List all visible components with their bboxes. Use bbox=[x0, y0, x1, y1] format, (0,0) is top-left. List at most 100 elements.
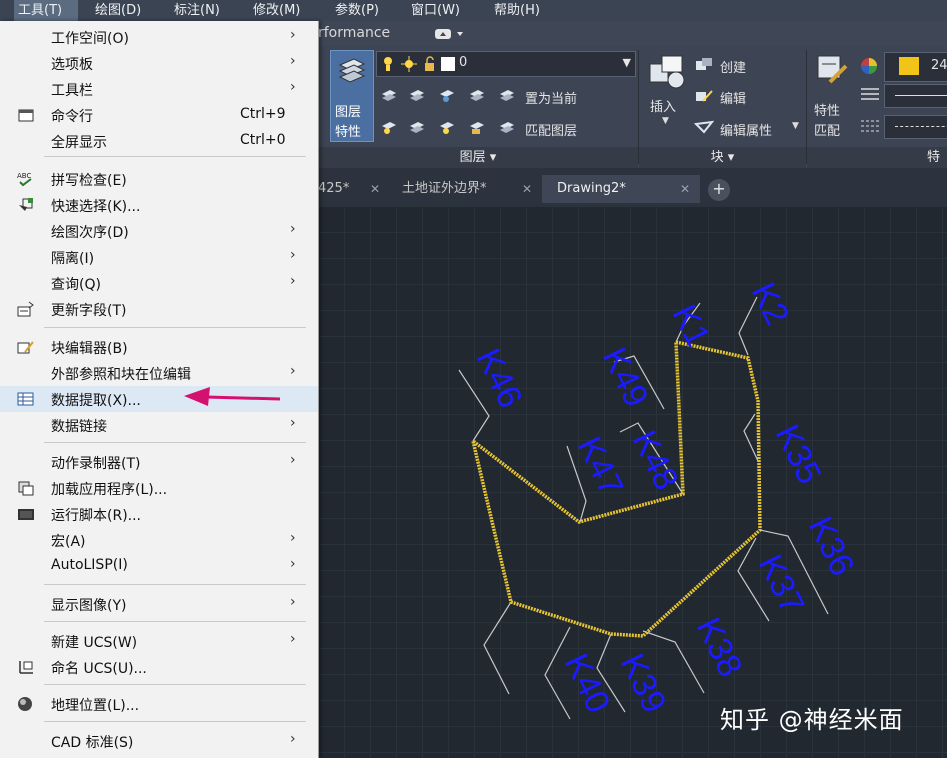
set-current-button[interactable]: 置为当前 bbox=[525, 88, 577, 107]
menu-item-label: AutoLISP(I) bbox=[51, 557, 128, 573]
data-extraction-icon bbox=[17, 392, 34, 406]
submenu-arrow-icon: › bbox=[290, 452, 296, 468]
color-dropdown[interactable]: 24 bbox=[884, 52, 947, 82]
layer-panel-title[interactable]: 图层 ▾ bbox=[318, 147, 638, 168]
drawing-canvas[interactable]: K1 K2 K49 K46 K48 K47 K35 K36 K37 K38 K3… bbox=[318, 206, 947, 758]
menu-item-toolbars[interactable]: 工具栏 › bbox=[0, 76, 318, 102]
menu-item-cad-standards[interactable]: CAD 标准(S) › bbox=[0, 728, 318, 754]
tab-425[interactable]: 425* ✕ bbox=[310, 175, 390, 203]
color-swatch bbox=[899, 57, 919, 75]
drawing-svg: K1 K2 K49 K46 K48 K47 K35 K36 K37 K38 K3… bbox=[458, 277, 861, 720]
menu-item-label: 新建 UCS(W) bbox=[51, 635, 138, 651]
menu-item-action-recorder[interactable]: 动作录制器(T) › bbox=[0, 449, 318, 475]
layer-properties-button[interactable]: 图层 特性 bbox=[330, 50, 374, 142]
linetype-dropdown[interactable] bbox=[884, 115, 947, 139]
menu-item-label: 更新字段(T) bbox=[51, 303, 127, 319]
match-layer-button[interactable]: 匹配图层 bbox=[525, 120, 577, 139]
globe-icon bbox=[18, 697, 32, 711]
menu-item-palettes[interactable]: 选项板 › bbox=[0, 50, 318, 76]
edit-block-button[interactable]: 编辑 bbox=[720, 88, 746, 107]
linetype-icon bbox=[861, 120, 879, 132]
submenu-arrow-icon: › bbox=[290, 530, 296, 546]
menu-item-display-image[interactable]: 显示图像(Y) › bbox=[0, 591, 318, 617]
properties-panel-title[interactable]: 特性 bbox=[807, 147, 947, 186]
submenu-arrow-icon: › bbox=[290, 594, 296, 610]
linetype-line bbox=[895, 126, 947, 127]
submenu-arrow-icon: › bbox=[290, 221, 296, 237]
menu-separator bbox=[44, 584, 306, 585]
menu-item-new-ucs[interactable]: 新建 UCS(W) › bbox=[0, 628, 318, 654]
point-label-k35: K35 bbox=[768, 419, 829, 490]
menu-parametric[interactable]: 参数(P) bbox=[335, 0, 379, 21]
menu-item-label: 宏(A) bbox=[51, 534, 86, 550]
layer-dropdown[interactable]: 0 ▼ bbox=[376, 51, 636, 77]
menu-item-inquiry[interactable]: 查询(Q) › bbox=[0, 270, 318, 296]
layer-tools-row2-icons[interactable] bbox=[380, 118, 492, 136]
submenu-arrow-icon: › bbox=[290, 363, 296, 379]
quick-select-icon bbox=[19, 198, 33, 211]
menu-item-draw-order[interactable]: 绘图次序(D) › bbox=[0, 218, 318, 244]
close-icon[interactable]: ✕ bbox=[680, 175, 690, 203]
insert-button[interactable]: 插入 ▼ bbox=[644, 52, 690, 132]
menu-dimension[interactable]: 标注(N) bbox=[174, 0, 220, 21]
new-tab-plus-icon[interactable]: + bbox=[708, 179, 730, 201]
point-label-k38: K38 bbox=[689, 612, 750, 683]
menu-draw[interactable]: 绘图(D) bbox=[95, 0, 141, 21]
menu-item-run-script[interactable]: 运行脚本(R)... bbox=[0, 501, 318, 527]
menu-item-load-application[interactable]: 加载应用程序(L)... bbox=[0, 475, 318, 501]
block-panel-title[interactable]: 块 ▾ bbox=[639, 147, 806, 168]
menu-item-quick-select[interactable]: 快速选择(K)... bbox=[0, 192, 318, 218]
layer-properties-label-1: 图层 bbox=[335, 105, 362, 120]
submenu-arrow-icon: › bbox=[290, 631, 296, 647]
point-label-k48: K48 bbox=[625, 425, 686, 496]
menu-item-spelling[interactable]: ABC 拼写检查(E) bbox=[0, 166, 318, 192]
tab-land-boundary[interactable]: 土地证外边界* ✕ bbox=[394, 175, 542, 203]
tab-drawing2[interactable]: Drawing2* ✕ bbox=[542, 175, 700, 203]
lineweight-dropdown[interactable] bbox=[884, 84, 947, 108]
menu-item-clean-screen[interactable]: 全屏显示 Ctrl+0 bbox=[0, 128, 318, 154]
menu-modify[interactable]: 修改(M) bbox=[253, 0, 300, 21]
menu-item-block-editor[interactable]: 块编辑器(B) bbox=[0, 334, 318, 360]
point-label-k37: K37 bbox=[751, 549, 812, 620]
point-label-k47: K47 bbox=[570, 431, 631, 502]
menu-item-xref-inplace-edit[interactable]: 外部参照和块在位编辑 › bbox=[0, 360, 318, 386]
menu-tools[interactable]: 工具(T) bbox=[14, 0, 78, 21]
menu-item-update-fields[interactable]: 更新字段(T) bbox=[0, 296, 318, 322]
menu-item-label: 数据链接 bbox=[51, 419, 107, 435]
menu-item-label: 拼写检查(E) bbox=[51, 173, 127, 189]
menu-item-data-links[interactable]: 数据链接 › bbox=[0, 412, 318, 438]
menu-separator bbox=[44, 327, 306, 328]
svg-text:ABC: ABC bbox=[17, 172, 31, 180]
menu-separator bbox=[44, 721, 306, 722]
menu-item-geographic-location[interactable]: 地理位置(L)... bbox=[0, 691, 318, 717]
layer-stack-icon bbox=[338, 58, 366, 83]
menu-item-isolate[interactable]: 隔离(I) › bbox=[0, 244, 318, 270]
create-block-button[interactable]: 创建 bbox=[720, 57, 746, 76]
menu-help[interactable]: 帮助(H) bbox=[494, 0, 540, 21]
workspace-name[interactable]: rformance bbox=[318, 25, 390, 41]
menu-window[interactable]: 窗口(W) bbox=[411, 0, 460, 21]
menu-item-label: 块编辑器(B) bbox=[51, 341, 128, 357]
menu-item-label: 外部参照和块在位编辑 bbox=[51, 367, 191, 383]
close-icon[interactable]: ✕ bbox=[370, 175, 380, 203]
chevron-down-icon: ▼ bbox=[622, 56, 631, 69]
layer-tools-row1-icons[interactable] bbox=[380, 86, 492, 104]
tab-label: 土地证外边界* bbox=[402, 181, 487, 196]
menu-item-autolisp[interactable]: AutoLISP(I) › bbox=[0, 553, 318, 579]
menu-item-label: 加载应用程序(L)... bbox=[51, 482, 168, 498]
cloud-sync-icon[interactable] bbox=[434, 27, 464, 41]
load-application-icon bbox=[18, 481, 34, 496]
menu-item-command-line[interactable]: 命令行 Ctrl+9 bbox=[0, 102, 318, 128]
edit-attributes-button[interactable]: 编辑属性 bbox=[720, 120, 772, 139]
menu-item-macros[interactable]: 宏(A) › bbox=[0, 527, 318, 553]
chevron-down-icon[interactable]: ▼ bbox=[792, 121, 799, 131]
layer-state-icons bbox=[384, 56, 455, 72]
menu-item-workspaces[interactable]: 工作空间(O) › bbox=[0, 24, 318, 50]
submenu-arrow-icon: › bbox=[290, 273, 296, 289]
match-properties-button[interactable]: 特性 匹配 bbox=[812, 52, 854, 142]
menu-item-named-ucs[interactable]: 命名 UCS(U)... bbox=[0, 654, 318, 680]
insert-block-icon bbox=[649, 55, 685, 89]
match-properties-icon bbox=[817, 55, 848, 84]
menu-item-label: 地理位置(L)... bbox=[51, 698, 140, 714]
close-icon[interactable]: ✕ bbox=[522, 175, 532, 203]
